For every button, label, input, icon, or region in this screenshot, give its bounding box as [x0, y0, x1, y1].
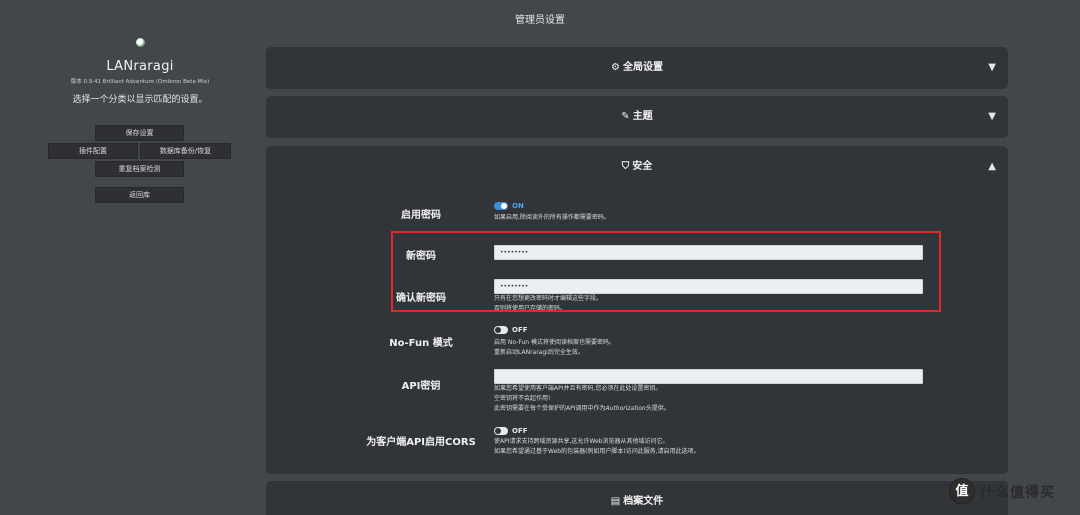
api-key-desc-3-post: 头提供。 — [645, 405, 670, 412]
api-key-label: API密钥 — [401, 381, 441, 392]
enable-password-desc: 如果启用,除阅读外的所有操作都需要密码。 — [494, 214, 610, 221]
paint-brush-icon: ✎ — [621, 111, 630, 122]
section-title-global: 全局设置 — [622, 62, 663, 73]
section-title-security: 安全 — [632, 161, 653, 172]
enable-password-toggle[interactable] — [494, 202, 508, 210]
db-backup-button[interactable]: 数据库备份/恢复 — [140, 143, 231, 159]
section-theme: ✎ 主题 ▼ — [266, 96, 1008, 138]
collapse-arrow-icon[interactable]: ▲ — [988, 146, 996, 188]
page-title: 管理员设置 — [515, 15, 565, 26]
watermark-text: 什么值得买 — [980, 485, 1055, 501]
sidebar: LANraragi 版本 0.9.41 Brilliant Adventure … — [40, 38, 240, 123]
duplicate-check-button[interactable]: 重复档案检测 — [95, 161, 184, 177]
api-key-desc-3-pre: 此密钥需要在每个受保护的API调用中作为 — [494, 405, 606, 412]
api-key-input[interactable] — [494, 369, 923, 384]
file-icon: ▤ — [610, 496, 621, 507]
back-to-library-button[interactable]: 返回库 — [95, 187, 184, 203]
nofun-desc-1: 启用 No-Fun 模式将使阅读档案也需要密码。 — [494, 339, 615, 346]
section-archives: ▤ 档案文件 — [266, 481, 1008, 515]
cogs-icon: ⚙ — [611, 62, 620, 73]
cors-desc-1: 使API请求支持跨域资源共享,这允许Web浏览器从其他域访问它。 — [494, 438, 669, 445]
watermark-logo-icon: 值 — [949, 478, 975, 504]
nofun-mode-label: No-Fun 模式 — [389, 338, 453, 349]
cors-toggle[interactable] — [494, 427, 508, 435]
annotation-highlight-box — [391, 231, 941, 312]
api-key-desc-2: 空密钥将不会起作用! — [494, 395, 551, 402]
section-global-settings: ⚙ 全局设置 ▼ — [266, 47, 1008, 89]
save-settings-button[interactable]: 保存设置 — [95, 125, 184, 141]
expand-arrow-icon[interactable]: ▼ — [988, 96, 996, 138]
enable-password-label: 启用密码 — [401, 210, 441, 221]
watermark: 值 什么值得买 — [949, 478, 1079, 508]
app-name: LANraragi — [106, 59, 174, 74]
nofun-desc-2: 重新启动LANraragi后完全生效。 — [494, 349, 584, 356]
app-logo — [135, 38, 145, 47]
app-description: 选择一个分类以显示匹配的设置。 — [72, 95, 208, 105]
cors-desc-2: 如果您希望通过基于Web的包装器(例如用户脚本)访问此服务,请启用此选项。 — [494, 448, 700, 455]
section-title-theme: 主题 — [632, 111, 653, 122]
api-key-desc-3-em: Authorization — [605, 405, 646, 412]
api-key-desc-1: 如果您希望使用客户端API并且有密码,您必须在此处设置密钥。 — [494, 385, 662, 392]
app-version: 版本 0.9.41 Brilliant Adventure (Omikron B… — [70, 79, 210, 85]
nofun-mode-state: OFF — [512, 326, 528, 334]
cors-label: 为客户端API启用CORS — [366, 437, 476, 448]
nofun-mode-toggle[interactable] — [494, 326, 508, 334]
plugin-config-button[interactable]: 插件配置 — [48, 143, 138, 159]
enable-password-state: ON — [512, 202, 524, 210]
section-header-security[interactable]: ⛉ 安全 ▲ — [266, 146, 1008, 188]
expand-arrow-icon[interactable]: ▼ — [988, 47, 996, 89]
section-header-archives[interactable]: ▤ 档案文件 — [266, 481, 1008, 515]
section-header-global[interactable]: ⚙ 全局设置 ▼ — [266, 47, 1008, 89]
section-header-theme[interactable]: ✎ 主题 ▼ — [266, 96, 1008, 138]
section-title-archives: 档案文件 — [623, 496, 664, 507]
cors-state: OFF — [512, 427, 528, 435]
api-key-desc-3: 此密钥需要在每个受保护的API调用中作为Authorization头提供。 — [494, 404, 670, 414]
shield-icon: ⛉ — [621, 161, 630, 172]
